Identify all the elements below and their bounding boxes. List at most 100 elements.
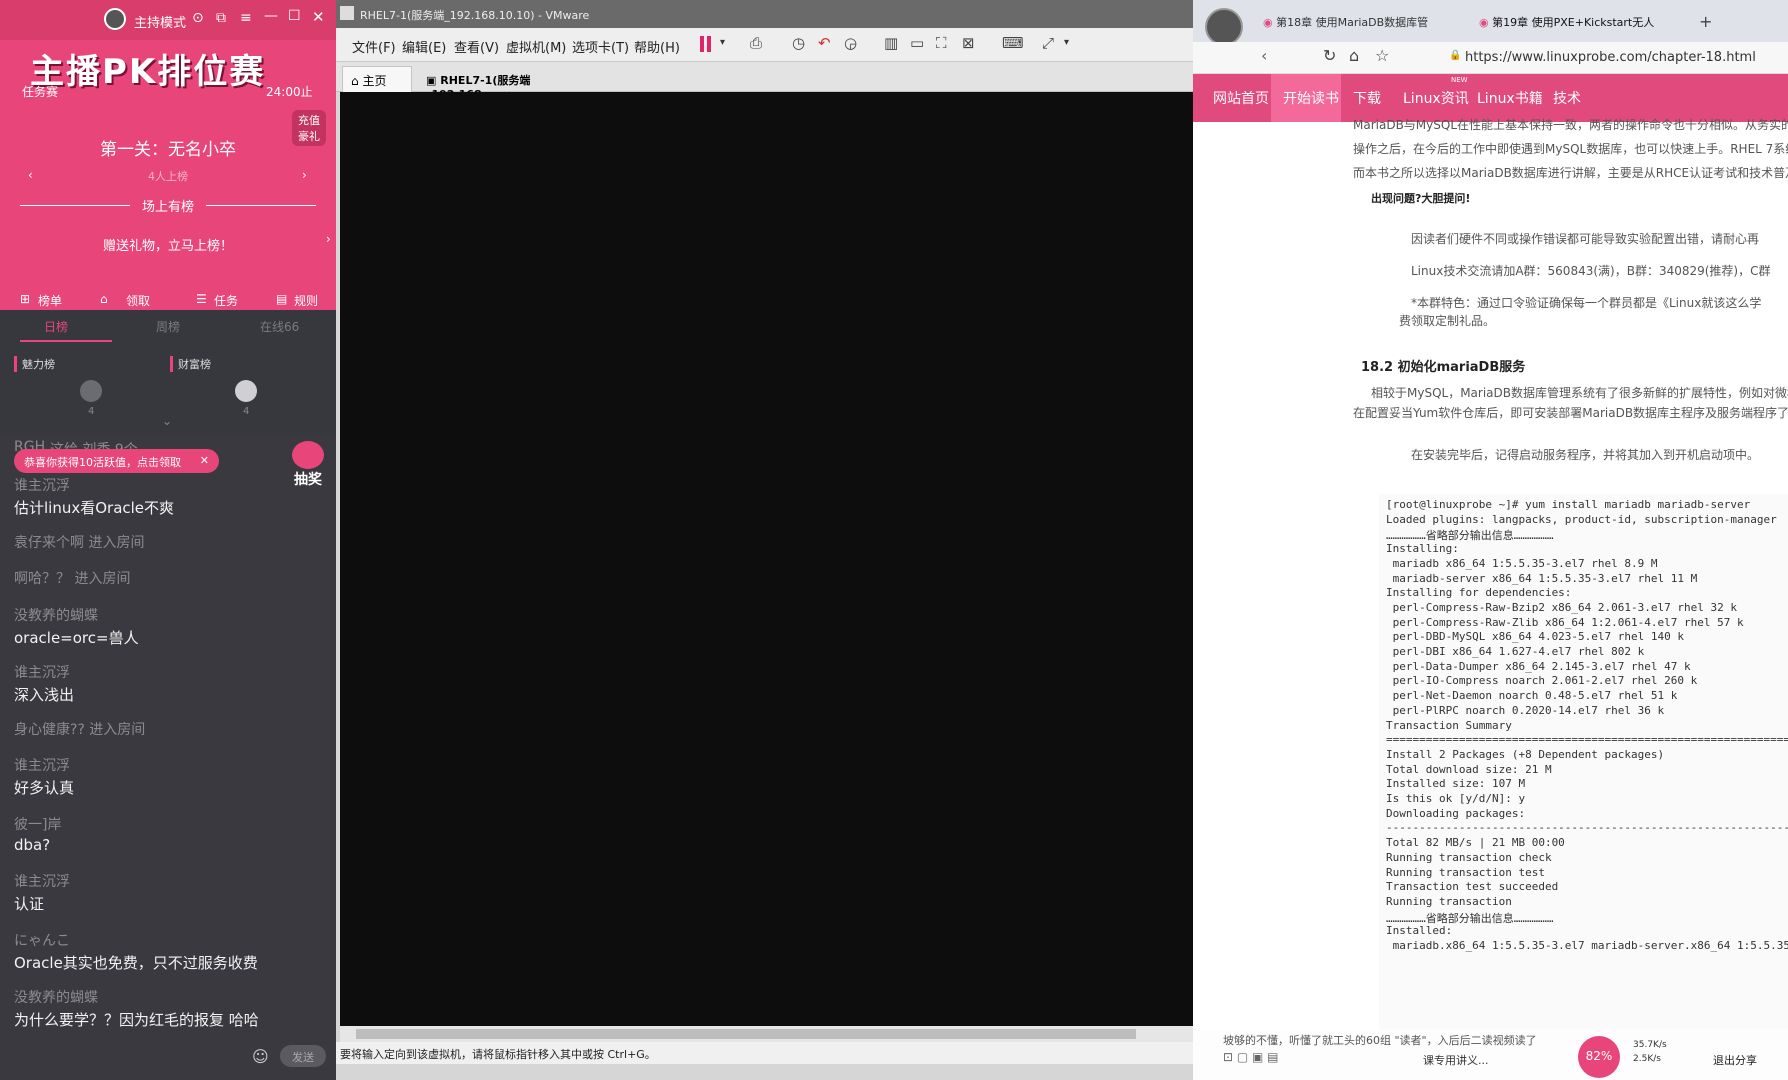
chat-nick: 没教养的蝴蝶 xyxy=(14,990,98,1006)
nav-download[interactable]: 下载 xyxy=(1353,88,1381,108)
scroll-thumb[interactable] xyxy=(356,1029,1136,1039)
tab-claim[interactable]: 领取 xyxy=(126,292,150,309)
menu-help[interactable]: 帮助(H) xyxy=(634,37,680,56)
chevron-down-icon[interactable]: ⌄ xyxy=(162,414,172,428)
section-line: 在安装完毕后，记得启动服务程序，并将其加入到开机启动项中。 xyxy=(1411,448,1760,462)
charm-rank-label[interactable]: 魅力榜 xyxy=(14,356,55,372)
vm-statusbar: 要将输入定向到该虚拟机，请将鼠标指针移入其中或按 Ctrl+G。 xyxy=(336,1042,1193,1064)
code-line: mariadb-server x86_64 1:5.5.35-3.el7 rhe… xyxy=(1386,571,1698,585)
browser-tabbar: ◉ 第18章 使用MariaDB数据库管 ◉ 第19章 使用PXE+Kickst… xyxy=(1193,0,1788,46)
nav-read[interactable]: 开始读书 xyxy=(1283,88,1339,108)
collapse-arrow-icon[interactable]: › xyxy=(326,232,331,246)
star-icon[interactable]: ☆ xyxy=(1375,46,1389,65)
pk-banner-area: 主持模式 ⊙ ⧉ ≡ — ☐ ✕ 主播PK排位赛 任务赛 24:00止 充值豪礼… xyxy=(0,0,336,310)
share-toolbar: 坡够的不懂，听懂了就工头的60组 "读者"，入后后二读视频读了 ⊡ ▢ ▣ ▤ … xyxy=(1193,1030,1788,1080)
fullscreen-icon[interactable]: ⛶ xyxy=(936,34,947,52)
tab-online[interactable]: 在线66 xyxy=(260,318,299,335)
console-icon[interactable]: ⌨ xyxy=(1002,34,1024,52)
emoji-icon[interactable]: ☺ xyxy=(252,1047,269,1066)
snapshot-icon[interactable]: ◷ xyxy=(792,34,805,52)
toast-notice[interactable]: 恭喜你获得10活跃值，点击领取 ✕ xyxy=(14,449,219,473)
menu-icon[interactable]: ≡ xyxy=(240,10,252,26)
maximize-icon[interactable]: ☐ xyxy=(288,8,301,24)
lock-icon: 🔒 xyxy=(1449,50,1462,61)
close-icon[interactable]: ✕ xyxy=(312,8,325,26)
menu-tabs[interactable]: 选项卡(T) xyxy=(572,37,629,56)
send-button[interactable]: 发送 xyxy=(280,1045,326,1067)
nav-home[interactable]: 网站首页 xyxy=(1213,88,1269,108)
prev-arrow-icon[interactable]: ‹ xyxy=(28,168,33,182)
chat-msg: 为什么要学？？因为红毛的报复 哈哈 xyxy=(14,1011,259,1029)
chat-msg: 深入浅出 xyxy=(14,686,75,704)
unity-icon[interactable]: ⊠ xyxy=(962,34,975,52)
nav-books[interactable]: Linux书籍 xyxy=(1477,88,1543,108)
settings-icon[interactable]: ⊙ xyxy=(192,10,204,26)
close-icon[interactable]: ✕ xyxy=(200,454,209,467)
reload-icon[interactable]: ↻ xyxy=(1323,46,1336,65)
mode-label[interactable]: 主持模式 xyxy=(134,12,186,31)
next-arrow-icon[interactable]: › xyxy=(302,168,307,182)
minimize-icon[interactable]: — xyxy=(264,8,278,24)
new-tab-icon[interactable]: + xyxy=(1699,12,1712,31)
avatar[interactable] xyxy=(1205,8,1243,46)
toolbar-icons[interactable]: ⊡ ▢ ▣ ▤ xyxy=(1223,1050,1279,1064)
menu-vm[interactable]: 虚拟机(M) xyxy=(506,37,566,56)
tab-task[interactable]: 任务 xyxy=(214,292,238,309)
lottery-button[interactable]: 抽奖 xyxy=(288,441,328,491)
nav-tech[interactable]: 技术 xyxy=(1553,88,1581,108)
send-ctrl-alt-del-icon[interactable]: ⎙ xyxy=(750,34,762,52)
code-line: Installed size: 107 M xyxy=(1386,777,1526,791)
home-icon: ⌂ xyxy=(351,74,359,88)
vm-console-screen[interactable] xyxy=(340,92,1193,1026)
url-field[interactable]: https://www.linuxprobe.com/chapter-18.ht… xyxy=(1465,50,1756,65)
library-icon[interactable]: ▥ xyxy=(884,34,898,52)
tab-weekly[interactable]: 周榜 xyxy=(156,318,180,335)
chat-system-msg: 身心健康?? 进入房间 xyxy=(14,722,146,738)
nav-news[interactable]: Linux资讯 xyxy=(1403,88,1469,108)
code-line: Transaction test succeeded xyxy=(1386,880,1559,894)
rank-count: 4 xyxy=(88,406,95,417)
level-title: 第一关：无名小卒 xyxy=(100,140,236,160)
divider xyxy=(206,205,316,206)
snapshot-manager-icon[interactable]: ◶ xyxy=(844,34,857,52)
gift-cta[interactable]: 赠送礼物，立马上榜！ xyxy=(0,235,336,254)
tab-list[interactable]: 榜单 xyxy=(38,292,62,309)
menu-view[interactable]: 查看(V) xyxy=(454,37,499,56)
avatar[interactable] xyxy=(80,380,102,402)
revert-snapshot-icon[interactable]: ↶ xyxy=(818,34,831,52)
chevron-down-icon[interactable]: ▾ xyxy=(1064,37,1069,48)
vm-app-icon xyxy=(340,6,354,20)
code-line: [root@linuxprobe ~]# yum install mariadb… xyxy=(1386,498,1751,511)
browser-tab[interactable]: ◉ 第18章 使用MariaDB数据库管 xyxy=(1263,14,1463,30)
menu-edit[interactable]: 编辑(E) xyxy=(402,37,446,56)
share-exit-button[interactable]: 退出分享 xyxy=(1713,1052,1757,1068)
gift-tab-icon: ⌂ xyxy=(100,292,108,306)
chat-nick: 谁主沉浮 xyxy=(14,478,70,494)
horizontal-scrollbar[interactable] xyxy=(340,1026,1193,1042)
home-icon[interactable]: ⌂ xyxy=(1349,46,1359,65)
avatar[interactable] xyxy=(104,8,126,30)
popout-icon[interactable]: ⧉ xyxy=(216,10,226,26)
tab-rules[interactable]: 规则 xyxy=(294,292,318,309)
pause-icon[interactable] xyxy=(700,36,704,52)
stretch-icon[interactable]: ⤢ xyxy=(1042,34,1054,52)
rule-tab-icon: ▤ xyxy=(276,292,288,306)
code-line: perl-PlRPC noarch 0.2020-14.el7 rhel 36 … xyxy=(1386,703,1665,717)
vm-titlebar: RHEL7-1(服务端_192.168.10.10) - VMware xyxy=(336,0,1193,28)
tab-home[interactable]: ⌂ 主页 xyxy=(342,66,412,92)
rank-count: 4 xyxy=(243,406,250,417)
intro-line: 操作之后，在今后的工作中即使遇到MySQL数据库，也可以快速上手。RHEL 7系… xyxy=(1353,142,1788,156)
share-tip: 课专用讲义... xyxy=(1423,1054,1489,1067)
avatar[interactable] xyxy=(235,380,257,402)
code-line: Loaded plugins: langpacks, product-id, s… xyxy=(1386,512,1777,526)
code-line: Total 82 MB/s | 21 MB 00:00 xyxy=(1386,836,1565,850)
menu-file[interactable]: 文件(F) xyxy=(352,37,396,56)
back-icon[interactable]: ‹ xyxy=(1261,46,1267,65)
chat-nick: 谁主沉浮 xyxy=(14,874,70,890)
tab-vm[interactable]: ▣ RHEL7-1(服务端_192.168.... × xyxy=(418,66,588,101)
wealth-rank-label[interactable]: 财富榜 xyxy=(170,356,211,372)
browser-tab-active[interactable]: ◉ 第19章 使用PXE+Kickstart无人 xyxy=(1479,14,1679,30)
chevron-down-icon[interactable]: ▾ xyxy=(720,37,725,48)
tab-daily[interactable]: 日榜 xyxy=(44,318,68,335)
thumbnail-icon[interactable]: ▭ xyxy=(910,34,924,52)
